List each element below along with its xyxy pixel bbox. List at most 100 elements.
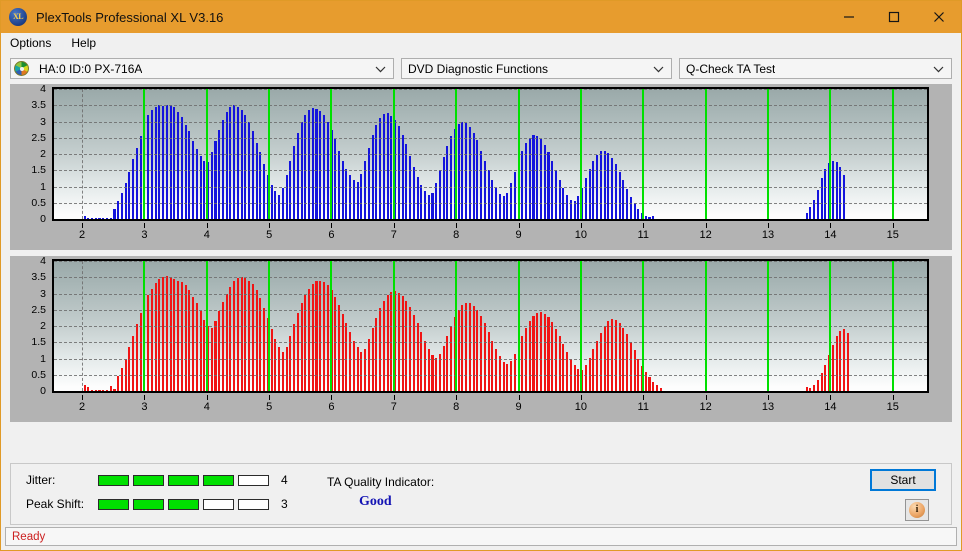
x-tick-mark — [456, 223, 458, 228]
marker-line — [891, 261, 894, 391]
y-tick-label: 1 — [40, 180, 46, 193]
x-tick-mark — [892, 223, 894, 228]
menu-item-help[interactable]: Help — [69, 34, 105, 53]
grid-line-horizontal — [54, 121, 927, 123]
peak-shift-chart-plot — [52, 259, 929, 393]
chart-bar — [188, 290, 191, 391]
chart-bar — [274, 191, 277, 219]
marker-line — [517, 89, 520, 219]
grid-line-horizontal — [54, 342, 927, 344]
x-tick-mark — [643, 223, 645, 228]
y-tick-label: 3.5 — [31, 99, 46, 111]
plextools-window: XL PlexTools Professional XL V3.16 Optio… — [0, 0, 962, 551]
chart-bar — [352, 340, 355, 391]
title-bar: XL PlexTools Professional XL V3.16 — [1, 1, 961, 33]
chart-bar — [626, 189, 629, 219]
marker-line — [704, 261, 707, 391]
chart-bar — [554, 328, 557, 391]
x-tick-mark — [144, 395, 146, 400]
status-text: Ready — [12, 530, 46, 543]
x-tick-mark — [892, 395, 894, 400]
x-tick-label: 10 — [574, 401, 588, 413]
chart-bar — [195, 149, 198, 219]
chart-bar — [536, 136, 539, 219]
window-title: PlexTools Professional XL V3.16 — [36, 9, 224, 25]
x-tick-label: 2 — [78, 401, 86, 413]
chart-bar — [816, 189, 819, 219]
marker-line — [143, 261, 146, 391]
chart-bar — [465, 302, 468, 391]
y-tick-label: 4 — [40, 254, 46, 267]
y-tick-label: 0 — [40, 384, 46, 397]
x-tick-label: 12 — [699, 401, 712, 413]
peak-shift-value: 3 — [281, 497, 288, 511]
maximize-icon[interactable] — [871, 1, 916, 33]
charts-area: 0 0.5 1 1.5 2 2.5 3 3.5 4 2 3 4 5 6 7 8 9 10 11 12 13 14 15 0… — [1, 84, 961, 422]
chart-bar — [596, 340, 599, 391]
chart-bar — [618, 171, 621, 219]
x-tick-label: 9 — [515, 401, 522, 413]
x-tick-mark — [144, 223, 146, 228]
chart-bar — [132, 158, 135, 219]
minimize-icon[interactable] — [826, 1, 871, 33]
drive-select[interactable]: HA:0 ID:0 PX-716A — [10, 58, 394, 79]
chart-bar — [431, 355, 434, 391]
chart-bar — [423, 340, 427, 391]
x-tick-label: 9 — [515, 229, 522, 241]
chart-bar — [648, 377, 651, 391]
marker-line — [205, 89, 208, 219]
chart-bar — [221, 301, 224, 391]
chart-bar — [603, 150, 606, 219]
x-tick-label: 3 — [141, 401, 148, 413]
y-tick-label: 0 — [40, 212, 46, 225]
x-tick-label: 11 — [637, 401, 649, 413]
close-icon[interactable] — [916, 1, 961, 33]
chart-bar — [296, 132, 299, 219]
function-select-value: DVD Diagnostic Functions — [408, 61, 549, 76]
chart-bar — [809, 206, 812, 219]
jitter-meter — [98, 474, 269, 486]
chart-bar — [843, 329, 846, 391]
function-select[interactable]: DVD Diagnostic Functions — [401, 58, 672, 79]
x-tick-mark — [767, 395, 769, 400]
chart-bar — [539, 139, 543, 219]
chart-bar — [345, 168, 348, 219]
chart-bar — [435, 183, 438, 219]
test-select[interactable]: Q-Check TA Test — [679, 58, 952, 79]
chart-bar — [820, 178, 823, 219]
start-button[interactable]: Start — [870, 469, 936, 491]
meter-cell — [238, 474, 269, 486]
chart-bar — [472, 305, 475, 391]
info-button[interactable]: i — [905, 499, 929, 521]
chart-bar — [483, 323, 486, 391]
chart-bar — [270, 329, 273, 391]
chart-bar — [337, 150, 340, 219]
chart-bar — [334, 139, 337, 219]
chart-bar — [824, 365, 827, 391]
x-tick-label: 6 — [328, 401, 335, 413]
chart-bar — [251, 131, 254, 219]
jitter-chart-y-axis: 0 0.5 1 1.5 2 2.5 3 3.5 4 — [10, 84, 52, 224]
marker-line — [517, 261, 520, 391]
jitter-value: 4 — [281, 473, 288, 487]
chart-bar — [427, 194, 430, 219]
chart-bar — [547, 316, 550, 391]
chart-bar — [356, 347, 359, 391]
meter-cell — [203, 498, 234, 510]
chart-bar — [135, 147, 138, 219]
chart-bar — [120, 193, 123, 219]
grid-line-horizontal — [54, 219, 927, 220]
marker-line — [829, 89, 832, 219]
window-controls — [826, 1, 961, 33]
chart-bar — [551, 322, 554, 391]
x-tick-mark — [393, 395, 395, 400]
chart-bar — [573, 365, 576, 391]
chart-bar — [132, 335, 135, 391]
chevron-down-icon — [653, 59, 664, 80]
chart-bar — [491, 340, 494, 391]
chart-bar — [539, 312, 543, 391]
chart-bar — [192, 296, 195, 391]
meter-cell — [168, 474, 199, 486]
menu-item-options[interactable]: Options — [8, 34, 60, 53]
drive-select-value: HA:0 ID:0 PX-716A — [39, 61, 143, 76]
